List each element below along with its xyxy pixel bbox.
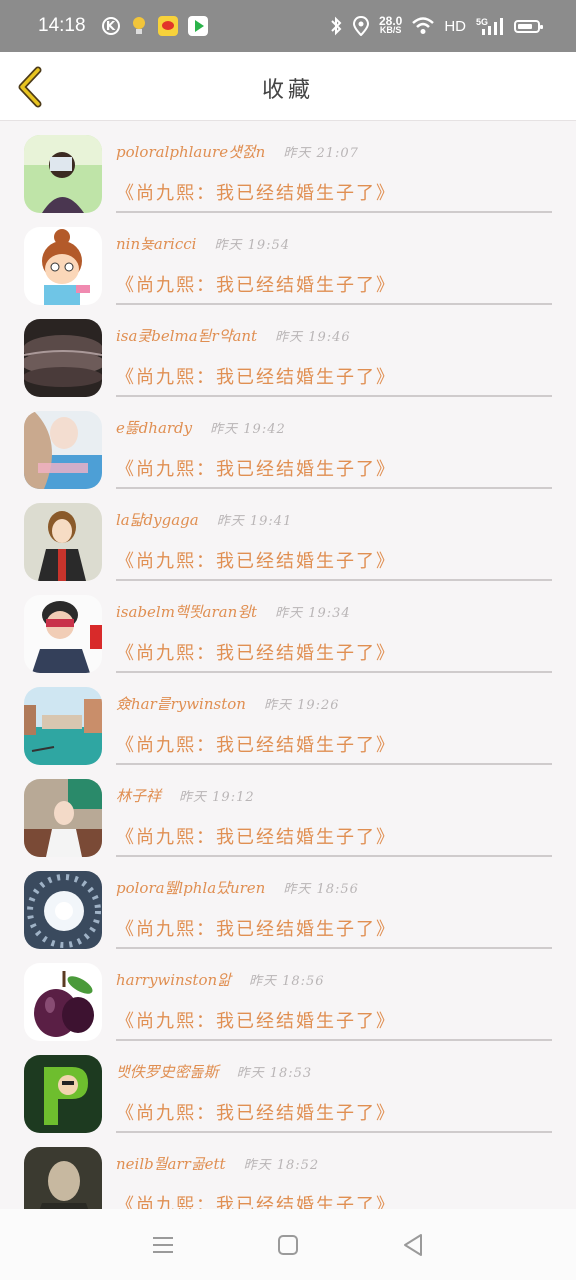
- item-meta: polora뛢lphla댰uren 昨天 18:56: [116, 877, 546, 907]
- back-button[interactable]: [393, 1225, 433, 1265]
- message-time: 昨天 19:42: [210, 422, 286, 437]
- sender-name: 林子祥: [116, 787, 162, 805]
- item-meta: 僉har릍rywinston 昨天 19:26: [116, 693, 546, 723]
- list-item[interactable]: la댧dygaga 昨天 19:41 《尚九熙：我已经结婚生子了》: [0, 489, 576, 581]
- message-time: 昨天 18:52: [243, 1158, 320, 1173]
- sender-name: harrywinston앎: [116, 971, 231, 989]
- sender-name: isabelm핵뙷aran윙t: [116, 603, 258, 621]
- menu-button[interactable]: [143, 1225, 183, 1265]
- message-time: 昨天 18:53: [236, 1066, 313, 1081]
- list-item[interactable]: nin뇾aricci 昨天 19:54 《尚九熙：我已经结婚生子了》: [0, 213, 576, 305]
- list-item[interactable]: polora뛢lphla댰uren 昨天 18:56 《尚九熙：我已经结婚生子了…: [0, 857, 576, 949]
- signal-label: 5G: [476, 17, 488, 27]
- sender-name: 僉har릍rywinston: [116, 695, 246, 713]
- avatar[interactable]: [24, 595, 102, 673]
- message-text: 《尚九熙：我已经结婚生子了》: [116, 275, 396, 296]
- list-item[interactable]: 뱃佚罗史密돒斯 昨天 18:53 《尚九熙：我已经结婚生子了》: [0, 1041, 576, 1133]
- bluetooth-icon: [331, 16, 342, 36]
- message-time: 昨天 19:26: [263, 698, 340, 713]
- sender-name: poloralphlaure섓젌n: [116, 143, 266, 161]
- avatar[interactable]: [24, 871, 102, 949]
- menu-icon: [152, 1236, 173, 1253]
- sender-name: nin뇾aricci: [116, 235, 197, 253]
- message-time: 昨天 18:56: [248, 974, 325, 989]
- sender-name: polora뛢lphla댰uren: [116, 879, 266, 897]
- sender-name: neilb뭘arr곪ett: [116, 1155, 226, 1173]
- message-text: 《尚九熙：我已经结婚生子了》: [116, 735, 396, 756]
- item-meta: 뱃佚罗史密돒斯 昨天 18:53: [116, 1061, 546, 1091]
- item-meta: la댧dygaga 昨天 19:41: [116, 509, 546, 539]
- page-title: 收藏: [261, 78, 314, 103]
- avatar[interactable]: [24, 503, 102, 581]
- message-text: 《尚九熙：我已经结婚生子了》: [116, 459, 396, 480]
- speed-unit: KB/S: [379, 25, 402, 35]
- list-item[interactable]: poloralphlaure섓젌n 昨天 21:07 《尚九熙：我已经结婚生子了…: [0, 121, 576, 213]
- message-time: 昨天 19:54: [214, 238, 291, 253]
- hd-label: HD: [444, 17, 466, 35]
- item-meta: e뜷dhardy 昨天 19:42: [116, 417, 546, 447]
- wifi-icon: [412, 17, 435, 34]
- battery-icon: [514, 19, 543, 33]
- weibo-icon: [157, 16, 178, 36]
- system-icons: 28.0 KB/S HD 5G: [329, 15, 543, 36]
- network-speed: 28.0 KB/S: [379, 15, 402, 35]
- message-text: 《尚九熙：我已经结婚生子了》: [116, 551, 396, 572]
- message-text: 《尚九熙：我已经结婚生子了》: [116, 827, 396, 848]
- message-text: 《尚九熙：我已经结婚生子了》: [116, 643, 396, 664]
- avatar[interactable]: [24, 1055, 102, 1133]
- avatar[interactable]: [24, 779, 102, 857]
- item-meta: neilb뭘arr곪ett 昨天 18:52: [116, 1153, 546, 1183]
- list-item[interactable]: neilb뭘arr곪ett 昨天 18:52 《尚九熙：我已经结婚生子了》: [0, 1133, 576, 1209]
- avatar[interactable]: [24, 411, 102, 489]
- title-bar: 收藏: [0, 52, 576, 121]
- avatar[interactable]: [24, 687, 102, 765]
- sender-name: e뜷dhardy: [116, 419, 193, 437]
- status-time: 14:18: [38, 15, 86, 36]
- message-time: 昨天 19:46: [275, 330, 351, 345]
- list-item[interactable]: 僉har릍rywinston 昨天 19:26 《尚九熙：我已经结婚生子了》: [0, 673, 576, 765]
- item-meta: harrywinston앎 昨天 18:56: [116, 969, 546, 999]
- avatar[interactable]: [24, 1147, 102, 1209]
- message-text: 《尚九熙：我已经结婚生子了》: [116, 919, 396, 940]
- message-text: 《尚九熙：我已经结婚生子了》: [116, 183, 396, 204]
- avatar[interactable]: [24, 963, 102, 1041]
- back-triangle-icon: [404, 1233, 423, 1256]
- avatar[interactable]: [24, 227, 102, 305]
- message-time: 昨天 21:07: [283, 146, 359, 161]
- item-meta: isabelm핵뙷aran윙t 昨天 19:34: [116, 601, 546, 631]
- item-meta: nin뇾aricci 昨天 19:54: [116, 233, 546, 263]
- message-text: 《尚九熙：我已经结婚生子了》: [116, 367, 396, 388]
- item-meta: 林子祥 昨天 19:12: [116, 785, 546, 815]
- sender-name: isa쿶belma됟r약ant: [116, 327, 258, 345]
- message-text: 《尚九熙：我已经结婚生子了》: [116, 1011, 396, 1032]
- video-play-icon: [187, 16, 208, 36]
- home-button[interactable]: [268, 1225, 308, 1265]
- sender-name: 뱃佚罗史密돒斯: [116, 1063, 219, 1081]
- favorites-list: poloralphlaure섓젌n 昨天 21:07 《尚九熙：我已经结婚生子了…: [0, 121, 576, 1209]
- list-item[interactable]: isabelm핵뙷aran윙t 昨天 19:34 《尚九熙：我已经结婚生子了》: [0, 581, 576, 673]
- message-time: 昨天 18:56: [283, 882, 359, 897]
- list-item[interactable]: isa쿶belma됟r약ant 昨天 19:46 《尚九熙：我已经结婚生子了》: [0, 305, 576, 397]
- item-meta: isa쿶belma됟r약ant 昨天 19:46: [116, 325, 546, 355]
- avatar[interactable]: [24, 135, 102, 213]
- home-square-icon: [277, 1234, 298, 1255]
- message-time: 昨天 19:34: [275, 606, 351, 621]
- location-icon: [352, 16, 369, 36]
- sender-name: la댧dygaga: [116, 511, 199, 529]
- status-bar: 14:18 K 28.0 KB/S HD 5G: [0, 0, 576, 52]
- navigation-bar: [0, 1209, 576, 1280]
- avatar[interactable]: [24, 319, 102, 397]
- notification-icons: K: [101, 16, 208, 36]
- item-meta: poloralphlaure섓젌n 昨天 21:07: [116, 141, 546, 171]
- message-time: 昨天 19:12: [179, 790, 255, 805]
- message-time: 昨天 19:41: [216, 514, 293, 529]
- signal-icon: 5G: [476, 17, 503, 35]
- list-item[interactable]: 林子祥 昨天 19:12 《尚九熙：我已经结婚生子了》: [0, 765, 576, 857]
- message-text: 《尚九熙：我已经结婚生子了》: [116, 1103, 396, 1124]
- list-item[interactable]: harrywinston앎 昨天 18:56 《尚九熙：我已经结婚生子了》: [0, 949, 576, 1041]
- k-app-icon: K: [101, 17, 120, 35]
- lightbulb-icon: [130, 16, 148, 36]
- list-item[interactable]: e뜷dhardy 昨天 19:42 《尚九熙：我已经结婚生子了》: [0, 397, 576, 489]
- message-text: 《尚九熙：我已经结婚生子了》: [116, 1195, 396, 1209]
